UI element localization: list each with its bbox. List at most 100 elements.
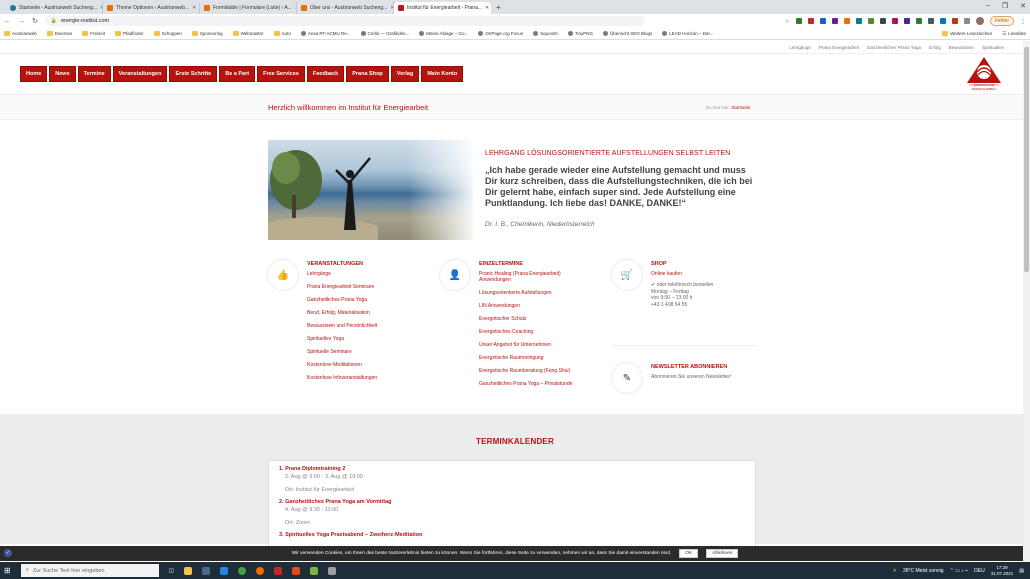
list-item[interactable]: Energetische Raumreinigung (479, 355, 579, 368)
app-icon[interactable] (327, 566, 336, 575)
topbar-link[interactable]: Erfolg (929, 45, 941, 50)
weather-icon[interactable]: ☀ (892, 568, 896, 574)
list-item[interactable]: Bewusstsein und Persönlichkeit (307, 323, 377, 336)
app-icon[interactable] (273, 566, 282, 575)
cookie-ok-button[interactable]: OK (679, 549, 699, 558)
bookmark-item[interactable]: Freizeit (82, 31, 105, 36)
extension-icon[interactable] (903, 18, 910, 24)
nav-item-home[interactable]: Home (20, 66, 48, 82)
scrollbar-thumb[interactable] (1024, 47, 1029, 272)
list-item[interactable]: Prana Energiearbeit Seminare (307, 284, 377, 297)
topbar-link[interactable]: Lehrgänge (789, 45, 811, 50)
puzzle-icon[interactable] (963, 18, 970, 24)
browser-tab[interactable]: Institut für Energiearbeit - Prana... ✕ (394, 2, 491, 14)
address-bar[interactable]: 🔒 energie-institut.com (44, 16, 645, 26)
list-item[interactable]: Energetischer Schutz (479, 316, 579, 329)
list-item[interactable]: Kostenlose Meditationen (307, 362, 377, 375)
nav-item-news[interactable]: News (49, 66, 76, 82)
extension-icon[interactable] (807, 18, 814, 24)
nav-item-free-services[interactable]: Free Services (257, 66, 305, 82)
list-item[interactable]: Energetische Raumberatung (Feng Shui) (479, 368, 579, 381)
list-item[interactable]: Ganzheitliches Prana Yoga (307, 297, 377, 310)
newsletter-heading[interactable]: NEWSLETTER ABONNIEREN (651, 364, 727, 370)
extension-icon[interactable] (795, 18, 802, 24)
extension-icon[interactable] (927, 18, 934, 24)
star-icon[interactable]: ☆ (784, 18, 789, 25)
bookmark-item[interactable]: LEAD Horizon – Der... (662, 31, 714, 36)
topbar-link[interactable]: Prana Energiearbeit (819, 45, 859, 50)
tray-icons[interactable]: ⌃ ▭ ♪ ⌁ (950, 568, 969, 574)
bookmark-item[interactable]: Squoosh (533, 31, 558, 36)
list-item[interactable]: Pranic Healing (Prana Energiearbeit) Anw… (479, 271, 579, 290)
nav-item-feedback[interactable]: Feedback (306, 66, 345, 82)
scrollbar[interactable] (1023, 41, 1030, 562)
topbar-link[interactable]: Ganzheitliches Prana Yoga (867, 45, 921, 50)
breadcrumb-current[interactable]: Startseite (731, 105, 750, 110)
list-item[interactable]: Kostenlose Infoveranstaltungen (307, 375, 377, 388)
bookmark-item[interactable]: Crello — Grafikdes... (360, 31, 409, 36)
extension-icon[interactable] (831, 18, 838, 24)
bookmark-item[interactable]: Meine Ablage – Go... (419, 31, 468, 36)
nav-item-veranstaltungen[interactable]: Veranstaltungen (112, 66, 168, 82)
topbar-link[interactable]: Spiritualles (982, 45, 1004, 50)
search-icon[interactable]: ⌕ (418, 70, 422, 78)
bookmark-item[interactable]: Webmaster (232, 31, 264, 36)
chrome-icon[interactable] (237, 566, 246, 575)
list-item[interactable]: Lehrgänge (307, 271, 377, 284)
back-icon[interactable]: ← (4, 18, 11, 25)
extension-icon[interactable] (867, 18, 874, 24)
nav-item-prana-shop[interactable]: Prana Shop (346, 66, 389, 82)
error-chip[interactable]: Fehler (989, 16, 1014, 26)
forward-icon[interactable]: → (18, 18, 25, 25)
bookmark-item[interactable]: Schoppen (153, 31, 182, 36)
browser-tab[interactable]: Startseite - Austrianweb Sucheng...✕ (6, 2, 103, 14)
minimize-icon[interactable]: – (986, 2, 990, 10)
maximize-icon[interactable]: ❐ (1002, 2, 1008, 10)
file-explorer-icon[interactable] (183, 566, 192, 575)
cookie-decline-button[interactable]: Ablehnen (706, 549, 739, 558)
shop-phone[interactable]: +43 1 408 54 55 (651, 302, 771, 309)
store-icon[interactable] (201, 566, 210, 575)
list-item[interactable]: Energetisches Coaching (479, 329, 579, 342)
event-title[interactable]: 3. Spirituelles Yoga Praxisabend – Zweih… (279, 532, 745, 538)
bookmark-item[interactable]: Übersicht SEO Blogs (602, 31, 652, 36)
bookmark-item[interactable]: Austrianweb (4, 31, 37, 36)
bookmark-item[interactable]: Pfadfinder (115, 31, 144, 36)
close-tab-icon[interactable]: ✕ (192, 5, 196, 11)
extension-icon[interactable] (855, 18, 862, 24)
reload-icon[interactable]: ↻ (32, 17, 38, 25)
close-window-icon[interactable]: ✕ (1020, 2, 1026, 10)
list-item[interactable]: LIN Anwendungen (479, 303, 579, 316)
browser-tab[interactable]: Über uns - Austrianweb Sucheng...✕ (297, 2, 394, 14)
taskbar-search-input[interactable]: ⌕ Zur Suche Text hier eingeben (20, 564, 159, 577)
bookmark-other[interactable]: Weitere Lesezeichen (942, 31, 992, 37)
nav-item-erste-schritte[interactable]: Erste Schritte (169, 66, 218, 82)
bookmark-reading-list[interactable]: ☰ Leseliste (1002, 31, 1026, 37)
nav-item-termine[interactable]: Termine (77, 66, 111, 82)
bookmark-item[interactable]: Ansa RT-ACMU Re... (300, 31, 351, 36)
list-item[interactable]: Lösungsorientierte Aufstellungen (479, 290, 579, 303)
bookmark-item[interactable]: Auto (273, 31, 291, 36)
new-tab-button[interactable]: + (496, 3, 501, 12)
clock[interactable]: 17:29 31.07.2021 (991, 565, 1014, 576)
app-icon[interactable] (309, 566, 318, 575)
photos-icon[interactable] (219, 566, 228, 575)
hero-banner[interactable]: LEHRGANG LÖSUNGSORIENTIERTE AUFSTELLUNGE… (268, 140, 758, 240)
firefox-icon[interactable] (255, 566, 264, 575)
list-item[interactable]: Beruf, Erfolg, Materialisation (307, 310, 377, 323)
bookmark-item[interactable]: TinyPNG (567, 31, 593, 36)
extension-icon[interactable] (951, 18, 958, 24)
nav-item-mein-konto[interactable]: Mein Konto (421, 66, 464, 82)
list-item[interactable]: Unser Angebot für Unternehmen (479, 342, 579, 355)
nav-item-be-a-part[interactable]: Be a Part (219, 66, 256, 82)
cookie-settings-icon[interactable]: ✓ (4, 549, 12, 557)
event-title[interactable]: 1. Prana Diplomtraining 2 (279, 466, 745, 472)
language-indicator[interactable]: DEU (974, 568, 985, 574)
windows-start-icon[interactable]: ⊞ (4, 566, 11, 575)
list-item[interactable]: Spirituelle Seminare (307, 349, 377, 362)
extension-icon[interactable] (843, 18, 850, 24)
extension-icon[interactable] (819, 18, 826, 24)
avatar[interactable] (975, 17, 984, 25)
list-item[interactable]: Spirituelles Yoga (307, 336, 377, 349)
extension-icon[interactable] (879, 18, 886, 24)
